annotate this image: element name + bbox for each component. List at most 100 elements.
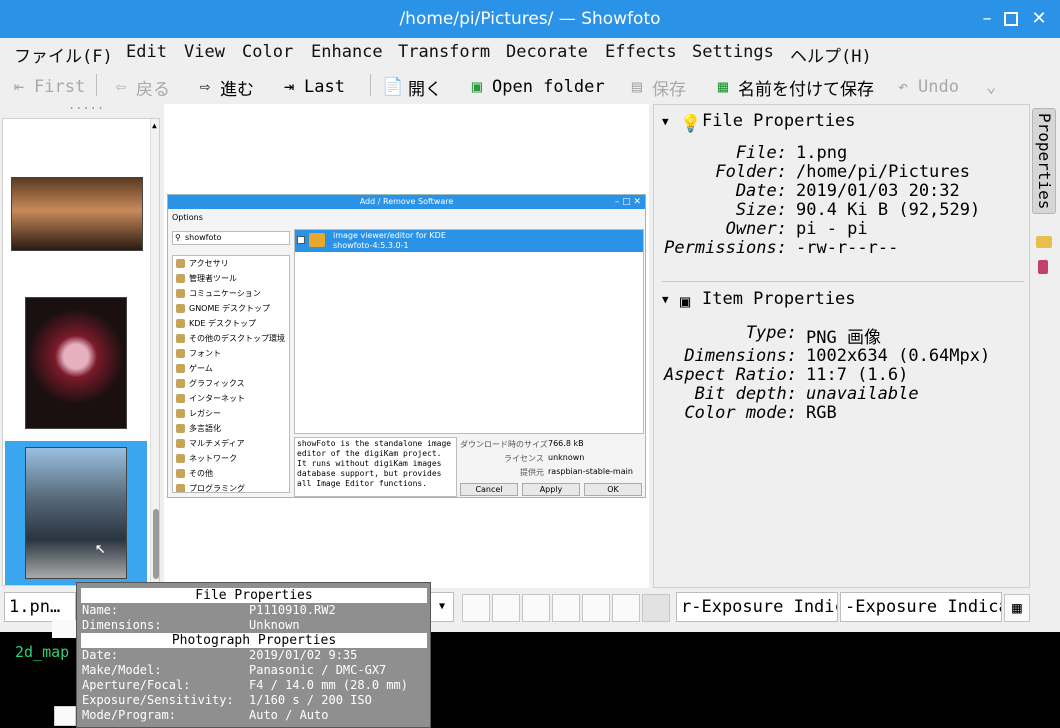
close-icon[interactable]: ✕	[1030, 10, 1048, 28]
tooltip-value: Panasonic / DMC-GX7	[249, 663, 387, 677]
undo-button[interactable]: ↶ Undo	[892, 75, 959, 99]
status-toggle-button[interactable]	[582, 594, 610, 622]
prop-value: RGB	[806, 403, 837, 423]
over-exposure-indicator[interactable]: -Exposure Indica	[840, 592, 1002, 622]
toolbar-separator	[370, 74, 371, 96]
list-item: その他	[173, 466, 289, 481]
tooltip-photo-header: Photograph Properties	[81, 633, 427, 648]
prop-value: -rw-r--r--	[796, 238, 899, 258]
last-icon: ⇥	[283, 77, 295, 97]
status-toggle-button[interactable]	[612, 594, 640, 622]
minimize-icon[interactable]: –	[978, 10, 996, 28]
download-size-label: ダウンロード時のサイズ	[460, 440, 548, 449]
save-as-button[interactable]: ▦ 名前を付けて保存	[712, 75, 874, 100]
open-folder-label: Open folder	[492, 77, 605, 97]
maximize-icon[interactable]	[1004, 12, 1018, 26]
status-toggle-button[interactable]	[642, 594, 670, 622]
download-size-value: 766.8 kB	[548, 439, 584, 448]
license-value: unknown	[548, 453, 585, 462]
desktop-file-icon[interactable]	[54, 706, 76, 726]
menu-effects[interactable]: Effects	[605, 42, 677, 62]
menu-decorate[interactable]: Decorate	[506, 42, 588, 62]
open-button[interactable]: 📄 開く	[382, 75, 442, 100]
dialog-package-list: image viewer/editor for KDE showfoto-4:5…	[294, 229, 644, 434]
tooltip-value: 1/160 s / 200 ISO	[249, 693, 372, 707]
file-properties-header[interactable]: ▼ 💡 File Properties	[662, 111, 856, 134]
status-toggle-button[interactable]	[522, 594, 550, 622]
tab-properties[interactable]: Properties	[1032, 108, 1056, 214]
open-folder-button[interactable]: ▣ Open folder	[466, 75, 605, 99]
desktop-file-icon[interactable]	[52, 620, 78, 638]
prop-value: pi - pi	[796, 219, 868, 239]
menu-view[interactable]: View	[184, 42, 225, 62]
list-item: 多言語化	[173, 421, 289, 436]
toolbar-overflow-button[interactable]: ⌄	[986, 75, 996, 99]
list-item: コミュニケーション	[173, 286, 289, 301]
prop-key: File:	[735, 143, 787, 163]
forward-button[interactable]: ⇨ 進む	[194, 75, 254, 100]
desktop-item-2d-map[interactable]: 2d_map	[15, 643, 69, 661]
prop-key: Dimensions:	[684, 346, 797, 366]
item-properties-header[interactable]: ▼ ▣ Item Properties	[662, 289, 856, 312]
dialog-options: Options	[172, 213, 203, 222]
menu-file[interactable]: ファイル(F)	[14, 42, 113, 67]
prop-value: PNG 画像	[806, 328, 881, 348]
package-icon	[309, 233, 325, 247]
thumbnail-scrollbar[interactable]: ▲	[150, 119, 159, 585]
thumbnail-tooltip: File Properties Name: P1110910.RW2 Dimen…	[76, 582, 431, 728]
zoom-dropdown[interactable]: ▼	[430, 592, 454, 622]
status-toggle-button[interactable]	[492, 594, 520, 622]
mouse-cursor-icon: ↖	[95, 537, 106, 558]
checkbox-icon	[297, 236, 305, 244]
folder-icon[interactable]	[1036, 236, 1052, 248]
scroll-up-icon[interactable]: ▲	[152, 121, 157, 130]
prop-value: 11:7 (1.6)	[806, 365, 909, 385]
menu-help[interactable]: ヘルプ(H)	[790, 42, 872, 67]
package-name: showfoto-4:5.3.0-1	[333, 241, 409, 250]
status-toggle-button[interactable]	[462, 594, 490, 622]
thumbnail-fox-statue-photo[interactable]	[25, 447, 127, 579]
back-button[interactable]: ⇦ 戻る	[110, 75, 170, 100]
fullscreen-icon[interactable]: ▦	[1004, 594, 1030, 622]
list-item: フォント	[173, 346, 289, 361]
menu-settings[interactable]: Settings	[692, 42, 774, 62]
menu-transform[interactable]: Transform	[398, 42, 490, 62]
prop-key: Date:	[735, 181, 787, 201]
first-button[interactable]: ⇤ First	[8, 75, 85, 99]
list-item: プログラミング	[173, 481, 289, 492]
prop-key: Aspect Ratio:	[663, 365, 797, 385]
last-label: Last	[304, 77, 345, 97]
save-as-label: 名前を付けて保存	[738, 79, 874, 100]
list-item: グラフィックス	[173, 376, 289, 391]
under-exposure-indicator[interactable]: r-Exposure Indic	[676, 592, 838, 622]
prop-value: 1002x634 (0.64Mpx)	[806, 346, 991, 366]
image-canvas[interactable]: Add / Remove Software – □ ✕ Options ⚲ sh…	[164, 104, 649, 588]
prop-key: Folder:	[715, 162, 787, 182]
title-bar[interactable]: /home/pi/Pictures/ — Showfoto – ✕	[0, 0, 1060, 38]
scrollbar-thumb[interactable]	[153, 509, 159, 579]
license-label: ライセンス	[504, 454, 544, 463]
back-arrow-icon: ⇦	[115, 77, 127, 97]
last-button[interactable]: ⇥ Last	[278, 75, 345, 99]
list-item: KDE デスクトップ	[173, 316, 289, 331]
first-icon: ⇤	[13, 77, 25, 97]
tooltip-value: 2019/01/02 9:35	[249, 648, 358, 662]
folder-image-icon: ▣	[471, 77, 483, 97]
save-button[interactable]: ▤ 保存	[626, 75, 686, 100]
tooltip-key: Name:	[82, 603, 119, 617]
menu-color[interactable]: Color	[242, 42, 293, 62]
menu-edit[interactable]: Edit	[126, 42, 167, 62]
undo-label: Undo	[918, 77, 959, 97]
thumbbar-handle[interactable]: .....	[68, 98, 104, 112]
status-toggle-button[interactable]	[552, 594, 580, 622]
save-icon: ▤	[631, 77, 643, 97]
thumbnail-doll-photo[interactable]	[25, 297, 127, 429]
dialog-search-value: showfoto	[185, 233, 222, 242]
window-title: /home/pi/Pictures/ — Showfoto	[399, 9, 661, 29]
menu-bar: ファイル(F) Edit View Color Enhance Transfor…	[0, 38, 1060, 68]
source-label: 提供元	[520, 468, 544, 477]
tag-icon[interactable]	[1038, 260, 1048, 274]
thumbnail-group-photo[interactable]	[11, 177, 143, 251]
source-value: raspbian-stable-main	[548, 467, 633, 476]
menu-enhance[interactable]: Enhance	[311, 42, 383, 62]
